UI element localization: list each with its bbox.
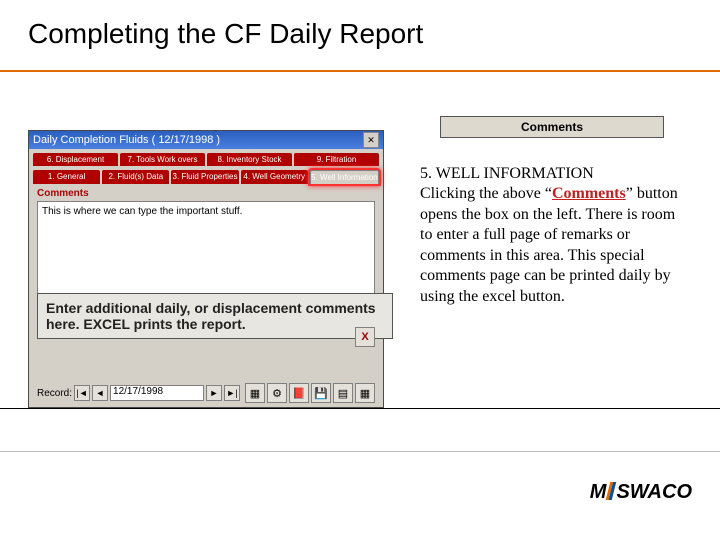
nav-prev-icon: ◄ — [92, 385, 108, 401]
excel-icon: X — [355, 327, 375, 347]
comments-button-screenshot: Comments — [440, 116, 664, 138]
table-icon: ▦ — [355, 383, 375, 403]
excel-button-group: X — [355, 327, 375, 347]
bottom-toolbar: ▦ ⚙ 📕 💾 ▤ ▦ — [245, 383, 375, 403]
record-date: 12/17/1998 — [110, 385, 204, 401]
body-text: 5. WELL INFORMATION Clicking the above “… — [420, 164, 690, 307]
logo-left: M — [590, 481, 607, 503]
body-comments-red: Comments — [552, 185, 626, 202]
tab-filtration: 9. Filtration — [294, 153, 379, 166]
footer-rule — [0, 451, 720, 452]
close-icon: ✕ — [363, 132, 379, 148]
tabs-row-2: 1. General 2. Fluid(s) Data 3. Fluid Pro… — [29, 166, 383, 184]
tab-inventory: 8. Inventory Stock — [207, 153, 292, 166]
slide-title: Completing the CF Daily Report — [28, 18, 423, 50]
app-window-screenshot: Daily Completion Fluids ( 12/17/1998 ) ✕… — [28, 130, 384, 408]
nav-last-icon: ►| — [224, 385, 240, 401]
tab-well-info: 5. Well Information — [310, 170, 379, 184]
tab-well-geom: 4. Well Geometry — [241, 170, 308, 184]
tabs-row-1: 6. Displacement 7. Tools Work overs 8. I… — [29, 149, 383, 166]
titlebar: Daily Completion Fluids ( 12/17/1998 ) ✕ — [29, 131, 383, 149]
logo-right: SWACO — [616, 481, 692, 503]
tab-displacement: 6. Displacement — [33, 153, 118, 166]
comments-textarea: This is where we can type the important … — [37, 201, 375, 307]
window-title: Daily Completion Fluids ( 12/17/1998 ) — [33, 134, 361, 146]
save-icon: 💾 — [311, 383, 331, 403]
logo-miswaco: M SWACO — [590, 481, 692, 504]
grid-icon: ▦ — [245, 383, 265, 403]
body-line-1: 5. WELL INFORMATION — [420, 165, 594, 182]
record-nav: Record: |◄ ◄ 12/17/1998 ► ►| — [37, 385, 240, 401]
section-label-comments: Comments — [37, 188, 375, 199]
tab-general: 1. General — [33, 170, 100, 184]
tab-fluids-data: 2. Fluid(s) Data — [102, 170, 169, 184]
sheet-icon: ▤ — [333, 383, 353, 403]
nav-next-icon: ► — [206, 385, 222, 401]
tab-tools: 7. Tools Work overs — [120, 153, 205, 166]
gear-icon: ⚙ — [267, 383, 287, 403]
title-underline — [0, 70, 720, 72]
tab-fluid-props: 3. Fluid Properties — [171, 170, 238, 184]
callout-box: Enter additional daily, or displacement … — [37, 293, 393, 339]
body-line-2c: ” button opens the box on the left. Ther… — [420, 185, 678, 304]
under-screenshot-rule — [0, 408, 720, 409]
book-icon: 📕 — [289, 383, 309, 403]
body-line-2a: Clicking the above “ — [420, 185, 552, 202]
nav-first-icon: |◄ — [74, 385, 90, 401]
